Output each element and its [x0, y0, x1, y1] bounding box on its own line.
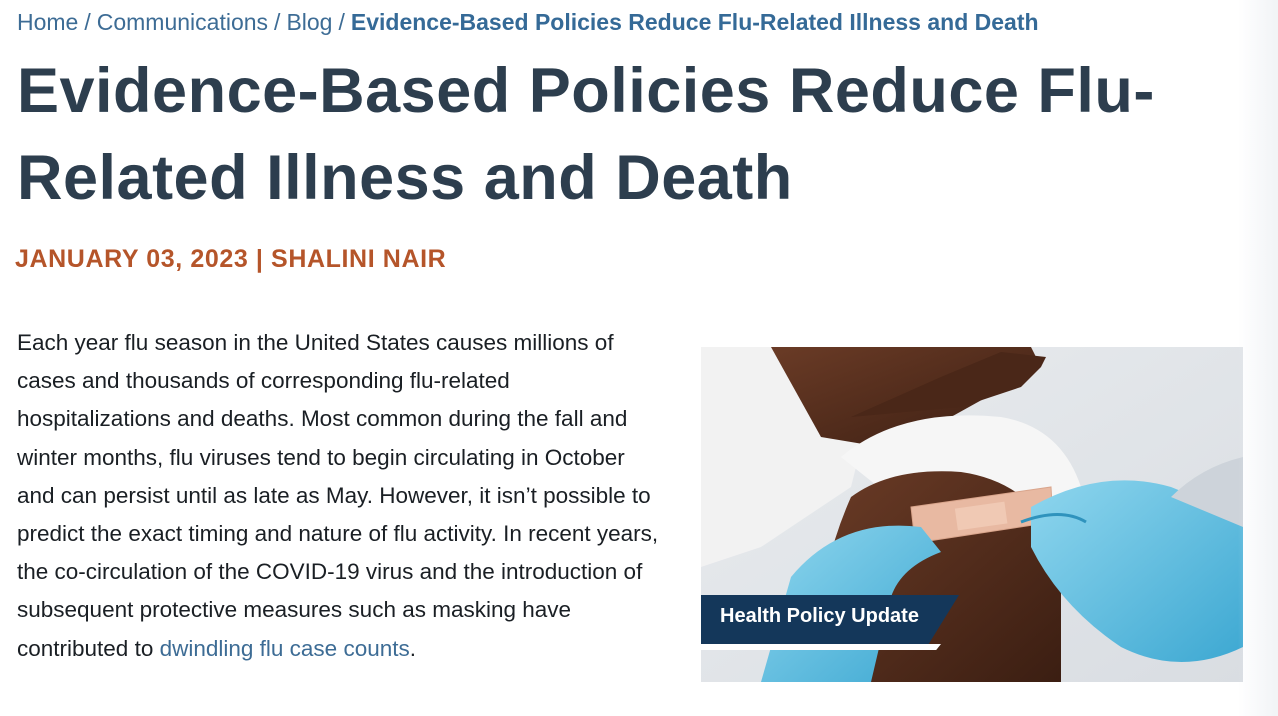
- breadcrumb-separator: /: [84, 9, 91, 35]
- breadcrumb-separator: /: [274, 9, 281, 35]
- article-date: JANUARY 03, 2023: [15, 245, 249, 273]
- breadcrumb: Home / Communications / Blog / Evidence-Based …: [17, 6, 1039, 38]
- article-author: SHALINI NAIR: [271, 245, 447, 273]
- breadcrumb-separator: /: [338, 9, 345, 35]
- breadcrumb-blog-link[interactable]: Blog: [286, 9, 332, 35]
- breadcrumb-current: Evidence-Based Policies Reduce Flu-Relat…: [350, 9, 1039, 35]
- hero-banner-label: Health Policy Update: [720, 605, 919, 627]
- article-body: Each year flu season in the United State…: [17, 324, 667, 668]
- hero-image: Health Policy Update: [701, 347, 1243, 682]
- page-edge-shadow: [1238, 0, 1278, 716]
- breadcrumb-home-link[interactable]: Home: [17, 9, 78, 35]
- dwindling-flu-case-counts-link[interactable]: dwindling flu case counts: [160, 636, 410, 661]
- breadcrumb-communications-link[interactable]: Communications: [97, 9, 268, 35]
- article-byline: JANUARY 03, 2023 | SHALINI NAIR: [15, 243, 446, 275]
- byline-separator: |: [255, 245, 264, 273]
- hero-banner-accent: [701, 644, 941, 650]
- article-body-end: .: [409, 635, 417, 661]
- page-title: Evidence-Based Policies Reduce Flu-Relat…: [17, 56, 1155, 213]
- article-body-text: Each year flu season in the United State…: [17, 330, 659, 661]
